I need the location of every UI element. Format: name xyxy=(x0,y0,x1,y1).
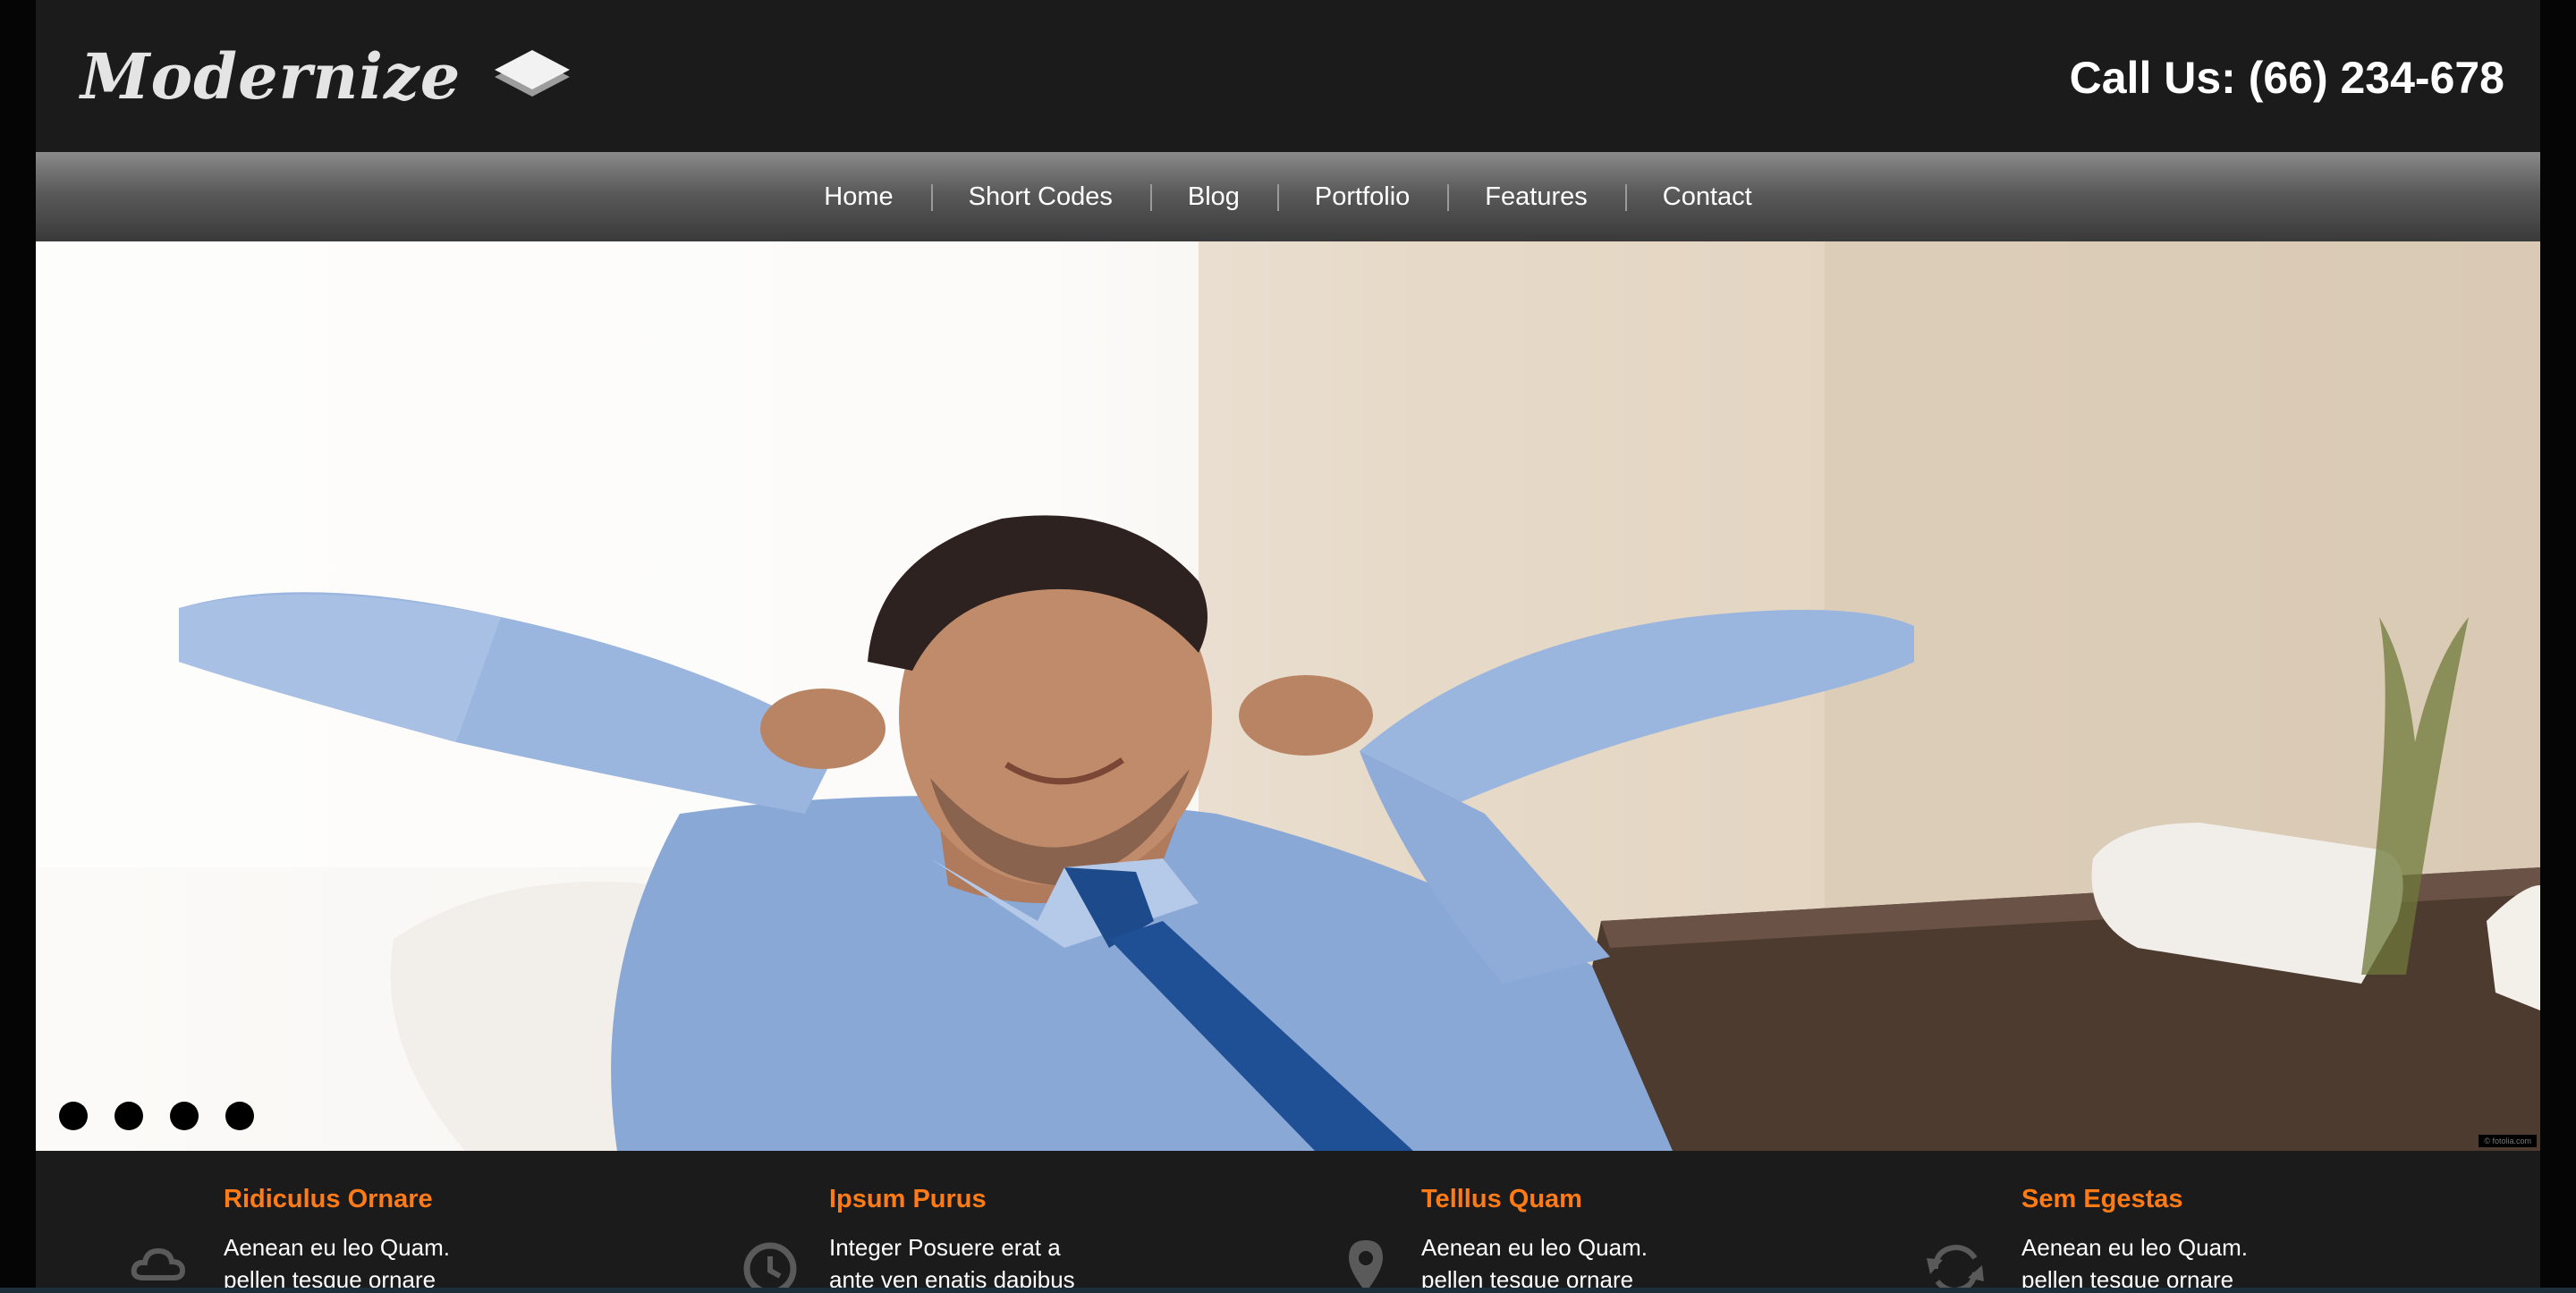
nav-contact[interactable]: Contact xyxy=(1624,182,1790,212)
slider-dot-1[interactable] xyxy=(59,1102,88,1130)
window-edge-bottom xyxy=(0,1288,2576,1293)
feature-item: Telllus Quam Aenean eu leo Quam. pellen … xyxy=(1306,1151,1896,1293)
feature-title[interactable]: Ipsum Purus xyxy=(829,1185,987,1214)
slider-dot-2[interactable] xyxy=(114,1102,143,1130)
slider-dot-3[interactable] xyxy=(170,1102,199,1130)
map-pin-icon xyxy=(1349,1240,1383,1292)
site-container: Modernize Call Us: (66) 234-678 Home Sho… xyxy=(36,0,2540,1293)
feature-item: Sem Egestas Aenean eu leo Quam. pellen t… xyxy=(1914,1151,2504,1293)
nav-portfolio[interactable]: Portfolio xyxy=(1276,182,1447,212)
feature-text-line-1: Aenean eu leo Quam. xyxy=(2021,1234,2248,1261)
nav-features[interactable]: Features xyxy=(1447,182,1624,212)
phone-number: Call Us: (66) 234-678 xyxy=(2069,53,2504,103)
main-nav: Home Short Codes Blog Portfolio Features… xyxy=(36,152,2540,241)
window-edge-left xyxy=(0,0,36,1293)
cloud-icon xyxy=(131,1247,186,1280)
window-edge-right xyxy=(2540,0,2576,1293)
site-header: Modernize Call Us: (66) 234-678 xyxy=(36,0,2540,152)
feature-item: Ipsum Purus Integer Posuere erat a ante … xyxy=(698,1151,1288,1293)
clock-icon xyxy=(743,1242,797,1293)
features-row: Ridiculus Ornare Aenean eu leo Quam. pel… xyxy=(36,1151,2540,1293)
feature-text-line-1: Integer Posuere erat a xyxy=(829,1234,1061,1261)
feature-title[interactable]: Ridiculus Ornare xyxy=(224,1185,433,1214)
hero-image xyxy=(36,241,2540,1151)
nav-short-codes[interactable]: Short Codes xyxy=(930,182,1150,212)
layers-logo-icon xyxy=(495,50,571,97)
image-credit: © fotolia.com xyxy=(2479,1135,2537,1147)
feature-title[interactable]: Telllus Quam xyxy=(1421,1185,1582,1214)
feature-text-line-1: Aenean eu leo Quam. xyxy=(1421,1234,1648,1261)
nav-blog[interactable]: Blog xyxy=(1149,182,1277,212)
slider-dot-4[interactable] xyxy=(225,1102,254,1130)
feature-title[interactable]: Sem Egestas xyxy=(2021,1185,2183,1214)
logo-text[interactable]: Modernize xyxy=(80,39,461,114)
nav-home[interactable]: Home xyxy=(786,182,930,212)
logo[interactable]: Modernize xyxy=(80,27,577,125)
feature-text-line-1: Aenean eu leo Quam. xyxy=(224,1234,450,1261)
slider-pagination xyxy=(59,1102,254,1130)
hero-slider[interactable]: © fotolia.com xyxy=(36,241,2540,1151)
feature-item: Ridiculus Ornare Aenean eu leo Quam. pel… xyxy=(89,1151,662,1293)
refresh-icon xyxy=(1927,1244,1984,1293)
